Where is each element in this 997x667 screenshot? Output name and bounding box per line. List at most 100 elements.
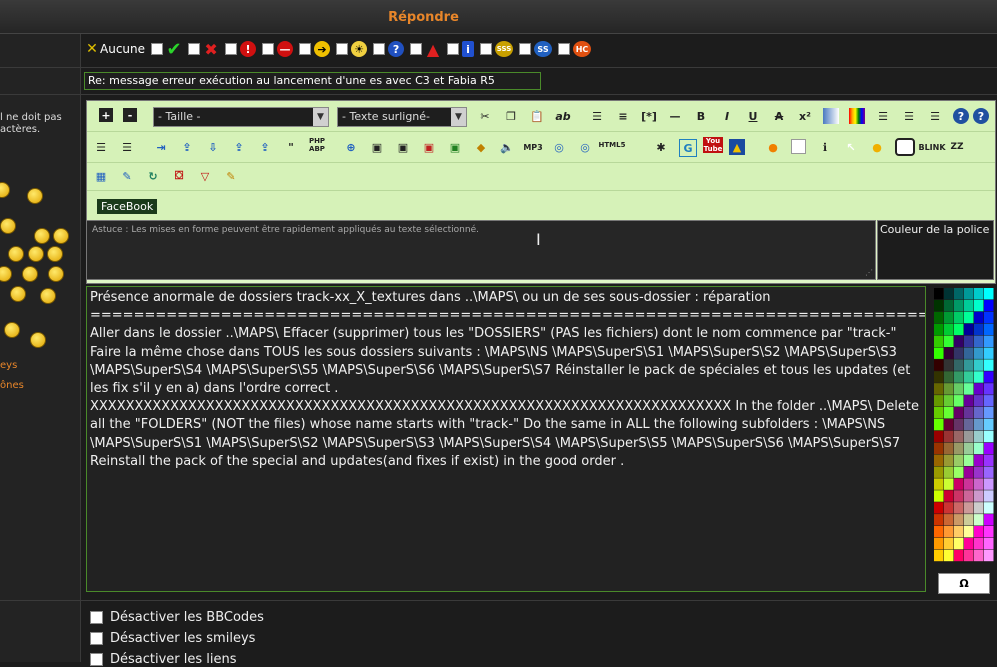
color-swatch[interactable] (954, 418, 964, 431)
list-item-icon[interactable]: [*] (641, 108, 657, 124)
more-smileys-link[interactable]: eys (0, 360, 17, 371)
color-swatch[interactable] (934, 323, 944, 336)
icon-checkbox[interactable] (410, 43, 423, 55)
icon-checkbox[interactable] (336, 43, 349, 55)
color-swatch[interactable] (944, 526, 954, 538)
color-swatch[interactable] (934, 537, 944, 550)
icon-checkbox[interactable] (558, 43, 571, 55)
color-swatch[interactable] (964, 299, 974, 312)
color-palette[interactable] (934, 288, 994, 562)
color-swatch[interactable] (954, 430, 964, 443)
quicktime-icon[interactable]: ◎ (551, 139, 567, 155)
color-swatch[interactable] (944, 549, 954, 562)
color-swatch[interactable] (964, 323, 974, 336)
youtube-icon[interactable]: You Tube (703, 137, 723, 153)
italic-icon[interactable]: I (719, 108, 735, 124)
color-swatch[interactable] (934, 514, 944, 526)
color-swatch[interactable] (964, 371, 974, 383)
color-swatch[interactable] (984, 418, 994, 431)
color-swatch[interactable] (964, 502, 974, 514)
color-swatch[interactable] (984, 371, 994, 383)
color-swatch[interactable] (934, 347, 944, 359)
color-swatch[interactable] (934, 407, 944, 419)
color-swatch[interactable] (944, 395, 954, 407)
none-icon[interactable]: ✕ (86, 41, 98, 57)
color-swatch[interactable] (944, 430, 954, 443)
color-swatch[interactable] (954, 478, 964, 490)
smiley-icon[interactable] (8, 246, 24, 262)
color-swatch[interactable] (954, 526, 964, 538)
color-swatch[interactable] (944, 371, 954, 383)
refresh-icon[interactable]: ↻ (145, 168, 161, 184)
color-swatch[interactable] (974, 478, 984, 490)
box-icon[interactable] (895, 138, 915, 156)
blink-icon[interactable]: BLINK (918, 139, 945, 155)
link-icon[interactable]: ⇥ (153, 139, 169, 155)
color-swatch[interactable] (984, 335, 994, 347)
color-swatch[interactable] (974, 407, 984, 419)
color-swatch[interactable] (984, 299, 994, 312)
icon-checkbox[interactable] (151, 43, 164, 55)
color-swatch[interactable] (954, 299, 964, 312)
smiley-icon[interactable] (10, 286, 26, 302)
upload-icon[interactable]: ⇪ (179, 139, 195, 155)
color-swatch[interactable] (964, 418, 974, 431)
color-swatch[interactable] (984, 526, 994, 538)
no-entry-icon[interactable]: — (277, 41, 294, 57)
color-swatch[interactable] (974, 502, 984, 514)
color-swatch[interactable] (964, 407, 974, 419)
color-swatch[interactable] (964, 288, 974, 300)
indent-icon[interactable]: ☰ (119, 139, 135, 155)
table-icon[interactable]: ▦ (93, 168, 109, 184)
color-swatch[interactable] (974, 430, 984, 443)
color-swatch[interactable] (964, 395, 974, 407)
superscript-icon[interactable]: x² (797, 108, 813, 124)
color-swatch[interactable] (954, 395, 964, 407)
icon-checkbox[interactable] (480, 43, 493, 55)
color-swatch[interactable] (944, 418, 954, 431)
note-edit-icon[interactable]: ✎ (223, 168, 239, 184)
flash-icon[interactable]: ◆ (473, 139, 489, 155)
font-style-icon[interactable]: ab (555, 108, 571, 124)
color-swatch[interactable] (934, 359, 944, 371)
underline-icon[interactable]: U (745, 108, 761, 124)
ss-icon[interactable]: SS (534, 41, 553, 57)
color-swatch[interactable] (984, 478, 994, 490)
color-swatch[interactable] (934, 383, 944, 395)
smiley-icon[interactable] (53, 228, 69, 244)
smiley-icon[interactable] (48, 266, 64, 282)
comment-icon[interactable]: ● (765, 139, 781, 155)
message-textarea[interactable]: Présence anormale de dossiers track-xx_X… (86, 286, 926, 592)
color-swatch[interactable] (954, 359, 964, 371)
color-swatch[interactable] (944, 454, 954, 466)
color-swatch[interactable] (974, 288, 984, 300)
checkbox[interactable] (90, 611, 103, 624)
copy-icon[interactable]: ❐ (503, 108, 519, 124)
cone-icon[interactable]: ▲ (729, 139, 745, 155)
color-swatch[interactable] (974, 395, 984, 407)
color-swatch[interactable] (984, 383, 994, 395)
blank-icon[interactable] (791, 139, 806, 154)
color-swatch[interactable] (954, 311, 964, 324)
mp3-icon[interactable]: MP3 (523, 139, 542, 155)
color-swatch[interactable] (974, 347, 984, 359)
exclamation-icon[interactable]: ! (240, 41, 257, 57)
decrease-size-button[interactable]: - (123, 108, 137, 122)
realplayer-icon[interactable]: ◎ (577, 139, 593, 155)
color-swatch[interactable] (934, 442, 944, 455)
smiley-icon[interactable] (27, 188, 43, 204)
color-swatch[interactable] (934, 418, 944, 431)
zz-icon[interactable]: ZZ (949, 139, 965, 155)
color-swatch[interactable] (954, 323, 964, 336)
color-swatch[interactable] (934, 288, 944, 300)
color-swatch[interactable] (954, 442, 964, 455)
color-swatch[interactable] (984, 454, 994, 466)
globe-icon[interactable]: ⊕ (343, 139, 359, 155)
bold-icon[interactable]: B (693, 108, 709, 124)
color-swatch[interactable] (944, 514, 954, 526)
smiley-icon[interactable] (0, 218, 16, 234)
audio-icon[interactable]: 🔈 (499, 139, 515, 155)
color-swatch[interactable] (944, 442, 954, 455)
attach-icon[interactable]: ⇪ (231, 139, 247, 155)
color-swatch[interactable] (974, 549, 984, 562)
